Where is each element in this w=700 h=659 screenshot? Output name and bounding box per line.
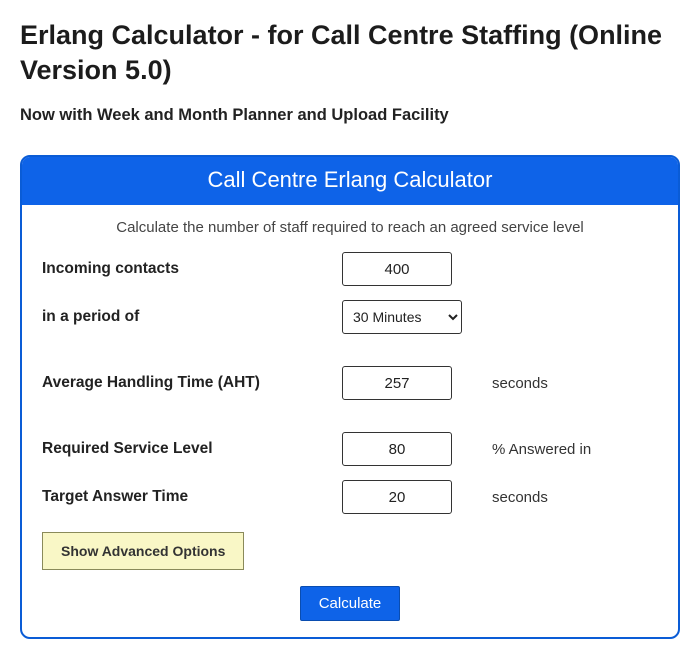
show-advanced-options-button[interactable]: Show Advanced Options bbox=[42, 532, 244, 570]
unit-aht: seconds bbox=[462, 375, 658, 392]
label-incoming-contacts: Incoming contacts bbox=[42, 260, 342, 278]
label-period: in a period of bbox=[42, 308, 342, 326]
row-aht: Average Handling Time (AHT) seconds bbox=[42, 366, 658, 400]
row-incoming-contacts: Incoming contacts bbox=[42, 252, 658, 286]
input-target-answer[interactable] bbox=[342, 480, 452, 514]
unit-target-answer: seconds bbox=[462, 489, 658, 506]
unit-service-level: % Answered in bbox=[462, 441, 658, 458]
input-aht[interactable] bbox=[342, 366, 452, 400]
card-body: Calculate the number of staff required t… bbox=[22, 205, 678, 637]
input-incoming-contacts[interactable] bbox=[342, 252, 452, 286]
select-period[interactable]: 30 Minutes bbox=[342, 300, 462, 334]
label-target-answer: Target Answer Time bbox=[42, 488, 342, 506]
instruction-text: Calculate the number of staff required t… bbox=[42, 219, 658, 236]
row-target-answer: Target Answer Time seconds bbox=[42, 480, 658, 514]
label-service-level: Required Service Level bbox=[42, 440, 342, 458]
card-header: Call Centre Erlang Calculator bbox=[22, 157, 678, 205]
page-subtitle: Now with Week and Month Planner and Uplo… bbox=[20, 106, 680, 125]
row-service-level: Required Service Level % Answered in bbox=[42, 432, 658, 466]
label-aht: Average Handling Time (AHT) bbox=[42, 374, 342, 392]
row-period: in a period of 30 Minutes bbox=[42, 300, 658, 334]
calculate-button[interactable]: Calculate bbox=[300, 586, 401, 621]
page-title: Erlang Calculator - for Call Centre Staf… bbox=[20, 18, 680, 88]
input-service-level[interactable] bbox=[342, 432, 452, 466]
calculator-card: Call Centre Erlang Calculator Calculate … bbox=[20, 155, 680, 639]
